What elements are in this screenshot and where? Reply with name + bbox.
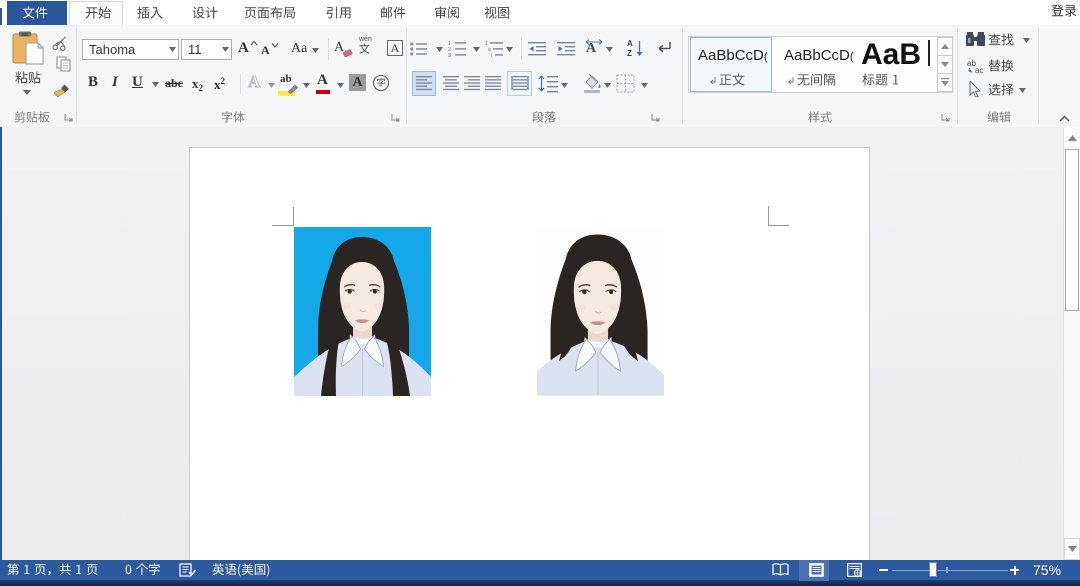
- svg-text:i: i: [491, 53, 492, 57]
- svg-text:A: A: [627, 39, 633, 48]
- svg-text:ac: ac: [975, 66, 983, 74]
- svg-text:3: 3: [448, 53, 451, 57]
- svg-text:Z: Z: [627, 49, 632, 58]
